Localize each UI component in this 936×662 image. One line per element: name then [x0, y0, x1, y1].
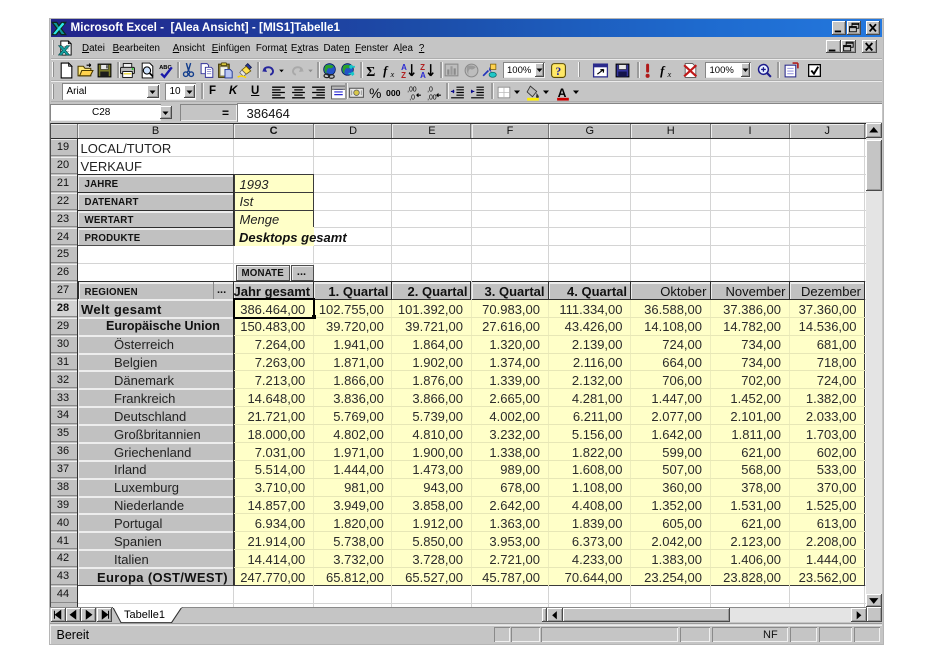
svg-text:f: f — [383, 64, 389, 78]
svg-text:,0: ,0 — [409, 94, 415, 101]
svg-text:000: 000 — [386, 88, 401, 98]
svg-text:?: ? — [555, 65, 561, 78]
svg-text:x: x — [666, 69, 671, 79]
svg-text:A: A — [420, 71, 426, 79]
svg-text:,00: ,00 — [427, 94, 437, 101]
svg-text:A: A — [557, 85, 566, 99]
svg-text:Z: Z — [401, 71, 406, 79]
svg-text:x: x — [389, 69, 394, 79]
svg-text:f: f — [660, 64, 666, 78]
svg-text:,00: ,00 — [407, 86, 417, 93]
svg-text:Σ: Σ — [366, 64, 375, 79]
svg-text:%: % — [369, 84, 381, 100]
svg-text:,0: ,0 — [427, 86, 433, 93]
